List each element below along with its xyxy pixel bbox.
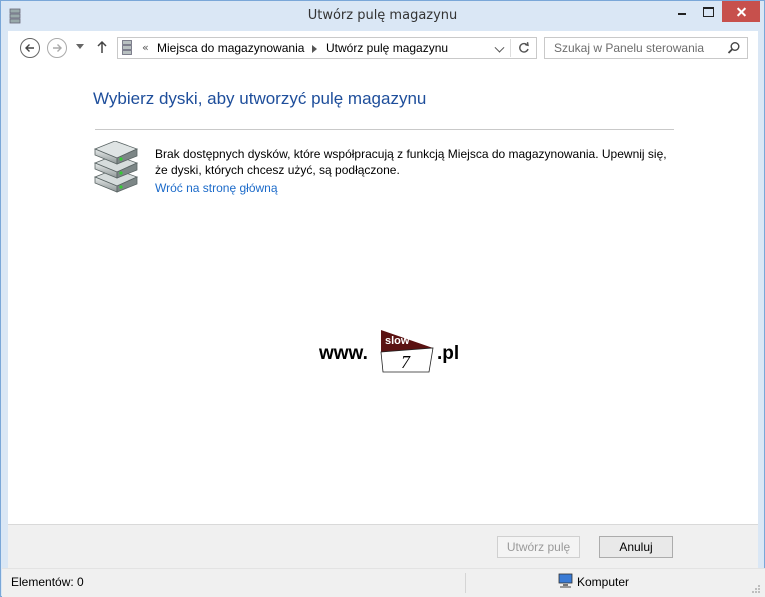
search-input[interactable]: Szukaj w Panelu sterowania (554, 41, 704, 55)
watermark-prefix: www. (319, 343, 368, 364)
forward-button[interactable] (47, 38, 67, 58)
watermark-logo-num: 7 (401, 352, 411, 372)
cancel-button[interactable]: Anuluj (599, 536, 673, 558)
storage-spaces-icon (122, 40, 132, 55)
slow7-logo-icon: slow 7 (380, 330, 434, 373)
back-button[interactable] (20, 38, 40, 58)
refresh-button[interactable] (510, 39, 537, 57)
items-count: Elementów: 0 (11, 575, 84, 589)
recent-locations-chevron-icon[interactable] (76, 44, 84, 49)
breadcrumb-storage-spaces[interactable]: Miejsca do magazynowania (157, 41, 304, 55)
address-dropdown-icon[interactable] (494, 42, 505, 53)
back-to-home-link[interactable]: Wróć na stronę główną (155, 181, 278, 195)
status-divider (465, 573, 466, 593)
search-icon[interactable] (727, 41, 741, 55)
window-title: Utwórz pulę magazynu (307, 8, 458, 23)
back-arrow-icon (25, 44, 34, 52)
divider (95, 129, 674, 130)
computer-icon (558, 573, 573, 588)
breadcrumb-overflow-icon[interactable]: « (142, 41, 149, 54)
forward-arrow-icon (53, 44, 62, 52)
disk-stack-icon (93, 141, 139, 193)
page-title: Wybierz dyski, aby utworzyć pulę magazyn… (93, 89, 427, 108)
button-bar: Utwórz pulę Anuluj (8, 524, 758, 568)
search-box[interactable]: Szukaj w Panelu sterowania (544, 37, 748, 59)
resize-grip-icon[interactable] (751, 584, 761, 594)
maximize-button[interactable] (695, 1, 721, 22)
up-arrow-icon[interactable] (96, 40, 108, 54)
watermark: www. slow 7 .pl (319, 328, 469, 376)
status-location: Komputer (557, 573, 629, 592)
minimize-button[interactable] (669, 1, 695, 22)
title-bar[interactable]: Utwórz pulę magazynu (1, 1, 764, 31)
location-label: Komputer (577, 575, 630, 589)
refresh-icon (519, 41, 529, 53)
navigation-bar: « Miejsca do magazynowania Utwórz pulę m… (8, 31, 758, 65)
main-content: Wybierz dyski, aby utworzyć pulę magazyn… (8, 65, 758, 524)
address-bar[interactable]: « Miejsca do magazynowania Utwórz pulę m… (117, 37, 537, 59)
create-pool-button[interactable]: Utwórz pulę (497, 536, 580, 558)
watermark-logo-top: slow (385, 335, 410, 347)
window: Utwórz pulę magazynu « Miejsca do magazy… (0, 0, 765, 597)
no-disks-message: Brak dostępnych dysków, które współpracu… (155, 147, 667, 177)
breadcrumb-separator-icon[interactable] (312, 45, 317, 53)
status-bar: Elementów: 0 Komputer (2, 568, 765, 597)
watermark-suffix: .pl (437, 343, 460, 364)
close-button[interactable] (722, 1, 760, 22)
breadcrumb-create-pool[interactable]: Utwórz pulę magazynu (326, 41, 448, 55)
